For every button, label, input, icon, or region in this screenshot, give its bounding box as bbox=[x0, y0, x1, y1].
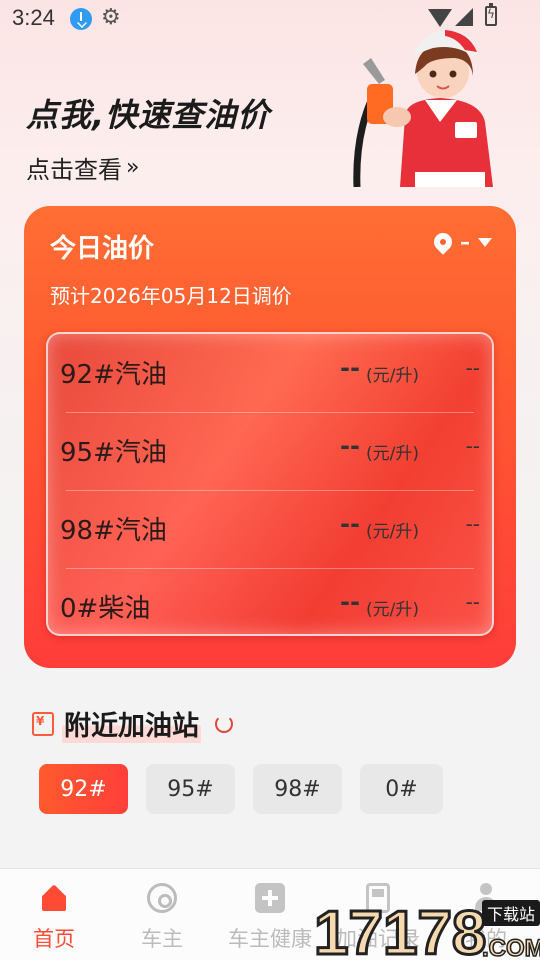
view-details-link[interactable]: 点击查看 » bbox=[26, 150, 139, 185]
nozzle-spout bbox=[363, 58, 385, 84]
card-title: 今日油价 bbox=[50, 234, 155, 264]
home-icon bbox=[39, 883, 69, 913]
fuel-type-tabs: 92# 95# 98# 0# bbox=[39, 764, 443, 814]
nav-home[interactable]: 首页 bbox=[0, 883, 108, 953]
price-row[interactable]: 95#汽油 -- (元/升) -- bbox=[48, 412, 492, 490]
steering-wheel-icon bbox=[147, 883, 177, 913]
price-table: 92#汽油 -- (元/升) -- 95#汽油 -- (元/升) -- 98#汽… bbox=[46, 332, 494, 636]
double-chevron-icon: » bbox=[126, 155, 140, 180]
tab-0[interactable]: 0# bbox=[360, 764, 443, 814]
tab-95[interactable]: 95# bbox=[146, 764, 235, 814]
fuel-name: 92#汽油 bbox=[60, 360, 167, 390]
watermark-number: 17178 bbox=[314, 899, 486, 960]
nav-label: 车主健康 bbox=[228, 927, 312, 951]
fuel-price: -- bbox=[340, 588, 360, 616]
adjust-date: 预计2026年05月12日调价 bbox=[50, 284, 292, 308]
nav-label: 车主 bbox=[141, 927, 183, 951]
download-icon bbox=[70, 8, 92, 30]
fuel-unit: (元/升) bbox=[366, 522, 419, 542]
fuel-unit: (元/升) bbox=[366, 444, 419, 464]
location-pin-icon bbox=[430, 229, 456, 255]
mascot-eye-left bbox=[429, 70, 437, 78]
fuel-change: -- bbox=[465, 512, 480, 536]
status-time: 3:24 bbox=[12, 5, 55, 30]
fuel-name: 95#汽油 bbox=[60, 438, 167, 468]
hero-title: 点我,快速查油价 bbox=[26, 96, 271, 134]
fuel-price: -- bbox=[340, 354, 360, 382]
fuel-price: -- bbox=[340, 432, 360, 460]
mascot-illustration[interactable] bbox=[345, 22, 505, 187]
price-row[interactable]: 0#柴油 -- (元/升) -- bbox=[48, 568, 492, 634]
mascot-eye-right bbox=[449, 70, 457, 78]
price-row[interactable]: 98#汽油 -- (元/升) -- bbox=[48, 490, 492, 568]
nav-label: 首页 bbox=[33, 927, 75, 951]
watermark-domain: .COM bbox=[482, 935, 540, 960]
location-selector[interactable]: – bbox=[430, 229, 492, 255]
fuel-unit: (元/升) bbox=[366, 600, 419, 620]
fuel-name: 98#汽油 bbox=[60, 516, 167, 546]
nav-health[interactable]: 车主健康 bbox=[216, 883, 324, 953]
nearby-title: 附近加油站 bbox=[62, 704, 201, 743]
watermark-badge: 下载站 bbox=[487, 905, 535, 924]
refresh-icon[interactable] bbox=[215, 714, 233, 733]
tab-98[interactable]: 98# bbox=[253, 764, 342, 814]
medical-kit-icon bbox=[255, 883, 285, 913]
watermark-logo: 17178 下载站 .COM bbox=[314, 898, 540, 960]
mascot-hand bbox=[383, 107, 411, 127]
view-details-label: 点击查看 bbox=[26, 156, 122, 184]
fuel-change: -- bbox=[465, 434, 480, 458]
gear-icon: ⚙ bbox=[101, 5, 121, 30]
fuel-price: -- bbox=[340, 510, 360, 538]
fuel-name: 0#柴油 bbox=[60, 594, 151, 624]
nearby-header: 附近加油站 bbox=[32, 704, 233, 743]
fuel-unit: (元/升) bbox=[366, 366, 419, 386]
mascot-badge bbox=[455, 122, 477, 138]
mascot-belt bbox=[415, 172, 485, 187]
price-row[interactable]: 92#汽油 -- (元/升) -- bbox=[48, 334, 492, 412]
gas-pump-icon bbox=[32, 711, 54, 736]
fuel-change: -- bbox=[465, 356, 480, 380]
caret-down-icon bbox=[478, 237, 492, 247]
oil-price-card: 今日油价 – 预计2026年05月12日调价 92#汽油 -- (元/升) --… bbox=[24, 206, 516, 668]
location-text: – bbox=[460, 230, 470, 254]
tab-92[interactable]: 92# bbox=[39, 764, 128, 814]
nav-owner[interactable]: 车主 bbox=[108, 883, 216, 953]
fuel-change: -- bbox=[465, 590, 480, 614]
